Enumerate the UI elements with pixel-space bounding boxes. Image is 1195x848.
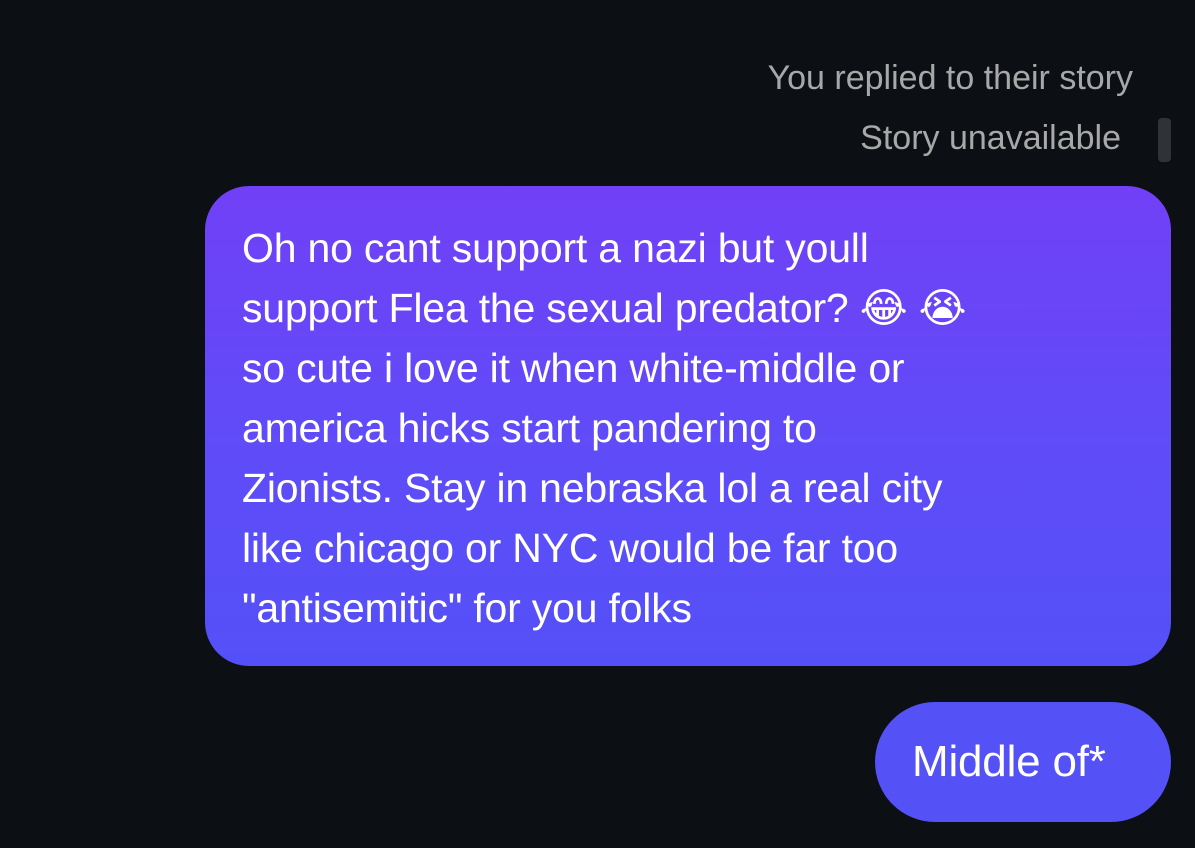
sent-message-bubble[interactable]: Oh no cant support a nazi but youll supp… [205, 186, 1171, 666]
chat-screen: You replied to their story Story unavail… [0, 0, 1195, 848]
message-text: Oh no cant support a nazi but youll supp… [242, 225, 967, 631]
story-unavailable-label: Story unavailable [860, 119, 1121, 157]
message-text: Middle of* [912, 737, 1106, 786]
sent-message-bubble[interactable]: Middle of* [875, 702, 1171, 822]
story-reply-indicator-bar [1158, 118, 1171, 162]
story-reply-note: You replied to their story [767, 59, 1133, 97]
